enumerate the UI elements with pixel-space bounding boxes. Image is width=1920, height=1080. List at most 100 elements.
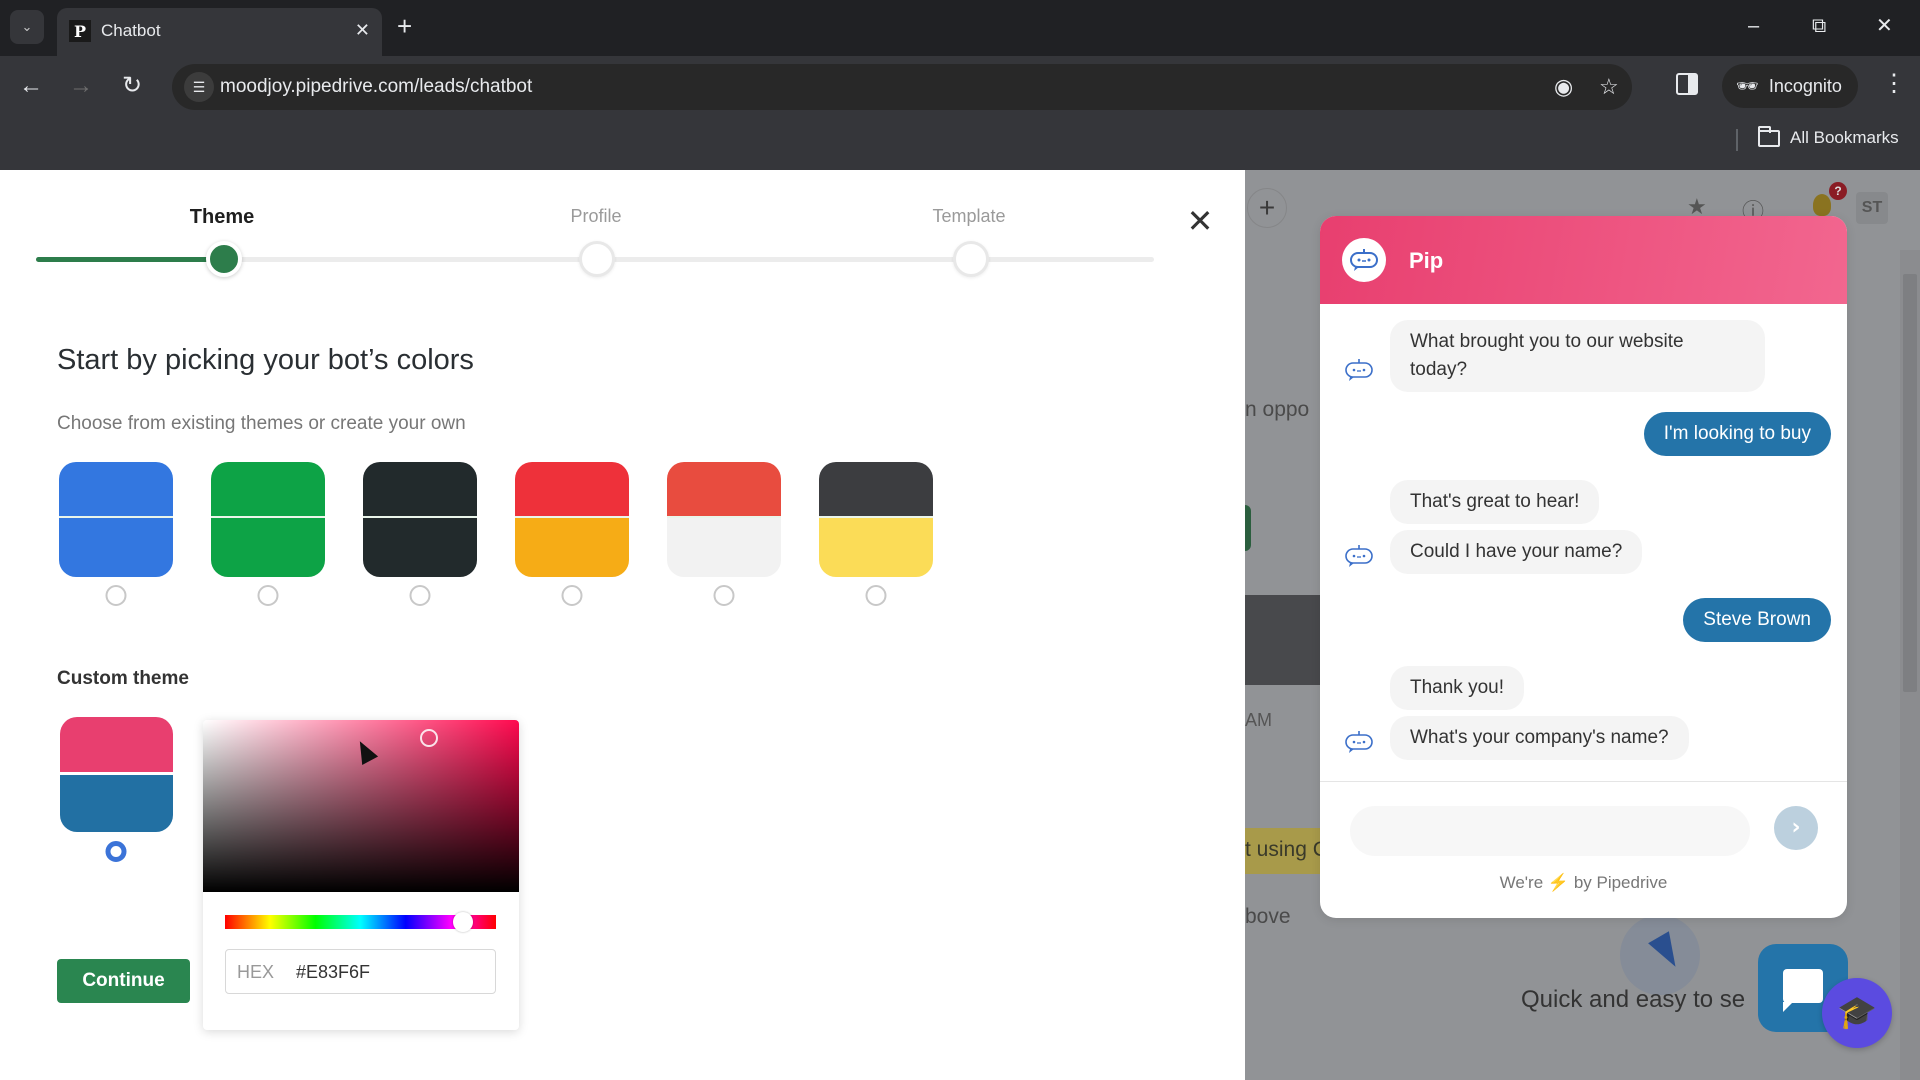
pipedrive-favicon-icon: P [69,20,91,42]
theme-swatch-dark[interactable] [363,462,477,577]
step-theme-dot[interactable] [206,241,242,277]
bot-message-icon [1344,730,1374,759]
theme-swatch-green[interactable] [211,462,325,577]
chat-message-input[interactable] [1350,806,1750,856]
theme-radio-coral-light[interactable] [713,585,735,606]
background-quick-text: Quick and easy to se [1521,986,1746,1013]
bot-message: What brought you to our website today? [1390,320,1765,392]
browser-toolbar: ← → ↻ ☰ moodjoy.pipedrive.com/leads/chat… [0,56,1920,117]
chevron-right-icon: › [1791,815,1801,840]
restore-icon[interactable]: ⧉ [1812,12,1826,40]
theme-primary-color [363,462,477,516]
custom-theme-swatch[interactable] [60,717,173,832]
theme-secondary-color [211,518,325,577]
step-template-dot[interactable] [953,241,989,277]
notification-badge: ? [1829,182,1847,200]
theme-radio-dark[interactable] [409,585,431,606]
chatbot-setup-panel: Theme Profile Template ✕ Start by pickin… [0,170,1245,1080]
scrollbar-thumb[interactable] [1903,274,1917,692]
page-title: Start by picking your bot’s colors [57,344,474,376]
incognito-label: Incognito [1768,75,1842,96]
bot-avatar-icon [1342,238,1386,282]
step-template-label[interactable]: Template [932,206,1005,227]
browser-tab[interactable]: P Chatbot ✕ [57,8,382,56]
step-profile-dot[interactable] [579,241,615,277]
powered-by-footer: We're ⚡ by Pipedrive [1320,873,1847,893]
theme-swatch-red-orange[interactable] [515,462,629,577]
address-bar[interactable]: ☰ moodjoy.pipedrive.com/leads/chatbot ◉ … [172,64,1632,110]
footer-prefix: We're [1499,873,1544,892]
page-scrollbar[interactable] [1900,250,1920,1080]
eye-off-icon[interactable]: ◉ [1554,74,1573,100]
bot-message: That's great to hear! [1390,480,1600,524]
theme-secondary-color [667,518,781,577]
bot-message: Thank you! [1390,666,1524,710]
star-bookmark-icon[interactable]: ☆ [1599,74,1619,100]
custom-secondary-color[interactable] [60,775,173,832]
chevron-down-icon: ⌄ [21,19,33,34]
site-settings-icon[interactable]: ☰ [184,72,214,102]
background-text-fragment: bove [1245,905,1291,928]
background-time-fragment: AM [1245,710,1272,730]
folder-icon [1758,125,1780,147]
theme-secondary-color [363,518,477,577]
background-text-fragment: t using C [1245,838,1328,861]
page-subtitle: Choose from existing themes or create yo… [57,413,466,434]
tab-search-button[interactable]: ⌄ [10,10,44,44]
wizard-progress-fill [36,257,226,262]
tab-close-icon[interactable]: ✕ [355,19,370,41]
side-panel-icon[interactable] [1676,73,1698,95]
lightning-bolt-icon: ⚡ [1547,873,1570,892]
bookmarks-bar: All Bookmarks [0,117,1920,170]
new-tab-plus-icon[interactable]: + [397,12,412,40]
background-text-fragment: n oppo [1245,398,1310,421]
theme-radio-blue[interactable] [105,585,127,606]
hue-slider-handle[interactable] [453,912,473,932]
forward-arrow-icon[interactable]: → [64,70,98,102]
custom-theme-radio[interactable] [105,841,127,862]
theme-primary-color [211,462,325,516]
step-theme-label[interactable]: Theme [190,206,254,229]
hex-input[interactable] [296,958,486,986]
theme-swatch-charcoal-yellow[interactable] [819,462,933,577]
theme-primary-color [667,462,781,516]
theme-radio-red-orange[interactable] [561,585,583,606]
minimize-icon[interactable]: – [1748,12,1759,40]
close-wizard-button[interactable]: ✕ [1185,205,1215,237]
bookmarks-divider [1736,129,1738,151]
all-bookmarks-button[interactable]: All Bookmarks [1758,125,1899,148]
theme-primary-color [819,462,933,516]
bot-message-icon [1344,544,1374,573]
back-arrow-icon[interactable]: ← [14,70,48,102]
continue-button[interactable]: Continue [57,959,190,1003]
browser-menu-icon[interactable]: ⋮ [1882,68,1906,100]
theme-swatch-blue[interactable] [59,462,173,577]
graduation-cap-icon: 🎓 [1837,994,1877,1030]
chat-widget-preview: Pip What brought you to our website toda… [1320,216,1847,918]
custom-primary-color[interactable] [60,717,173,772]
chat-send-button[interactable]: › [1774,806,1818,850]
incognito-icon: 🕶 [1736,75,1759,96]
theme-swatch-coral-light[interactable] [667,462,781,577]
theme-radio-charcoal-yellow[interactable] [865,585,887,606]
window-close-icon[interactable]: ✕ [1876,12,1893,40]
theme-radio-green[interactable] [257,585,279,606]
background-dark-block [1245,595,1325,685]
step-profile-label[interactable]: Profile [570,206,621,227]
reload-icon[interactable]: ↻ [115,70,149,102]
theme-secondary-color [515,518,629,577]
bot-message-icon [1344,358,1374,387]
url-text[interactable]: moodjoy.pipedrive.com/leads/chatbot [220,76,532,98]
theme-secondary-color [59,518,173,577]
chat-divider [1320,781,1847,782]
academy-graduation-cap-button[interactable]: 🎓 [1822,978,1892,1048]
saturation-handle[interactable] [420,729,438,747]
theme-primary-color [59,462,173,516]
hex-field[interactable]: HEX [225,949,496,994]
incognito-indicator[interactable]: 🕶 Incognito [1722,64,1858,108]
all-bookmarks-label: All Bookmarks [1790,128,1899,147]
background-green-button [1245,505,1251,551]
bot-message: Could I have your name? [1390,530,1643,574]
chat-bubble-icon [1783,969,1823,1012]
custom-theme-label: Custom theme [57,668,189,689]
